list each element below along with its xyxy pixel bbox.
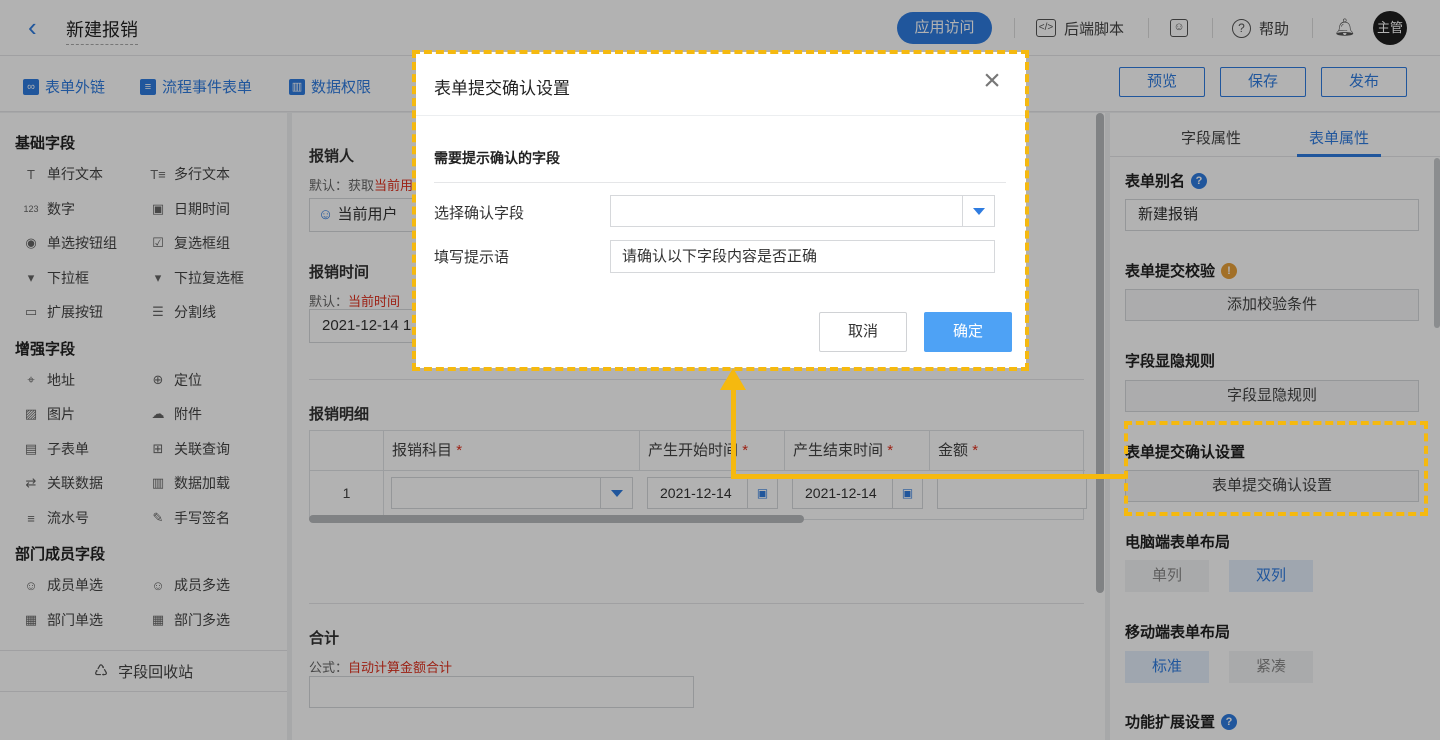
callout-highlight-setting — [1124, 421, 1428, 516]
callout-highlight-dialog — [412, 50, 1029, 371]
callout-arrow-line — [731, 388, 736, 479]
callout-arrow-line — [731, 474, 1126, 479]
callout-arrow-head-icon — [720, 368, 746, 390]
